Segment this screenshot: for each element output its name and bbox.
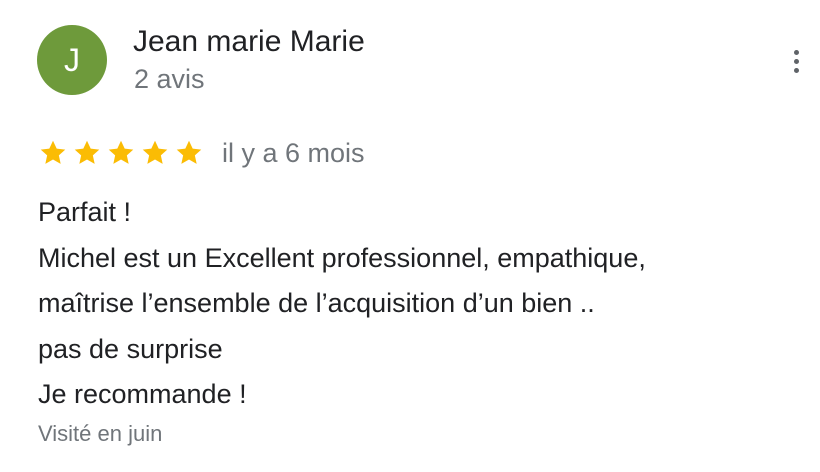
review-card: J Jean marie Marie 2 avis il y a 6 mois … (0, 0, 820, 472)
star-icon (74, 140, 100, 164)
review-line: maîtrise l’ensemble de l’acquisition d’u… (38, 288, 595, 318)
relative-time: il y a 6 mois (222, 137, 365, 168)
star-rating (38, 138, 204, 168)
review-line: Je recommande ! (38, 379, 247, 409)
more-options-button[interactable] (784, 44, 808, 78)
star-icon (142, 140, 168, 164)
review-text: Parfait ! Michel est un Excellent profes… (38, 190, 646, 418)
rating-row: il y a 6 mois (38, 136, 365, 170)
avatar[interactable]: J (37, 25, 107, 95)
more-vert-icon (793, 49, 799, 55)
author-name[interactable]: Jean marie Marie (133, 25, 365, 59)
more-vert-icon-dot (793, 58, 799, 64)
review-count[interactable]: 2 avis (134, 64, 205, 95)
visit-info: Visité en juin (38, 421, 163, 446)
more-vert-icon-dot (793, 67, 799, 73)
review-line: pas de surprise (38, 333, 223, 364)
star-icon (176, 140, 202, 164)
star-icon (108, 140, 134, 164)
star-icon (40, 140, 66, 164)
avatar-initial: J (64, 41, 80, 78)
review-line: Michel est un Excellent professionnel, e… (38, 242, 646, 273)
review-line: Parfait ! (38, 197, 132, 227)
